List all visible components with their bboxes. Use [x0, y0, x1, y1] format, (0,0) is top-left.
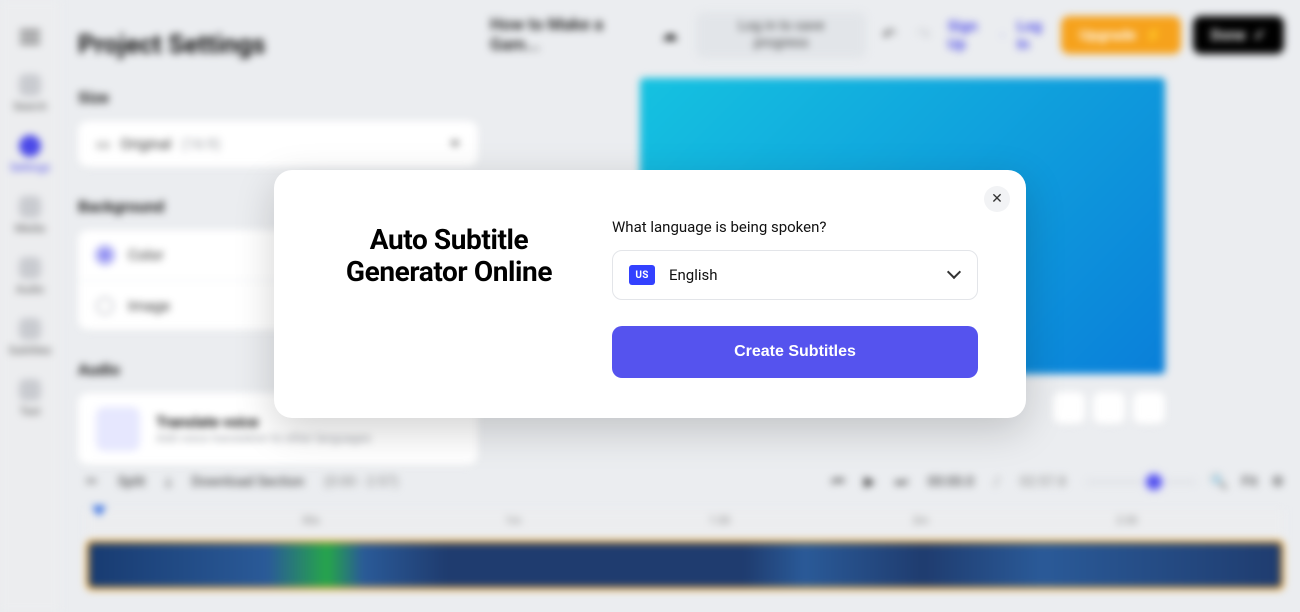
settings-icon [19, 135, 41, 157]
ruler-mark: 2m [913, 514, 929, 527]
rail-item-media[interactable]: Media [8, 188, 52, 243]
preview-control-more[interactable] [1133, 392, 1165, 424]
zoom-slider[interactable] [1086, 480, 1196, 484]
login-to-save-banner[interactable]: Log in to save progress [696, 12, 866, 58]
modal-title: Auto Subtitle Generator Online [322, 224, 576, 288]
search-icon [19, 74, 41, 96]
aspect-icon: ▭ [96, 135, 110, 153]
ruler-mark: 1:30 [709, 514, 730, 527]
close-button[interactable]: ✕ [984, 186, 1010, 212]
size-value: Original [120, 135, 171, 153]
scissors-icon: ✂ [86, 474, 98, 490]
translate-subtitle: Add voice translation to other languages [156, 431, 371, 445]
radio-icon [96, 297, 114, 315]
top-bar: How to Make a Gam... ☁ Log in to save pr… [490, 16, 1284, 54]
rail-label: Settings [10, 161, 50, 174]
media-icon [19, 196, 41, 218]
rail-item-search[interactable]: Search [8, 66, 52, 121]
link-separator: · [1001, 26, 1005, 45]
size-aspect: (16:9) [181, 135, 220, 153]
chevron-down-icon [949, 269, 961, 281]
rail-item-text[interactable]: Text [8, 371, 52, 426]
page-title: Project Settings [78, 30, 478, 60]
language-question: What language is being spoken? [612, 218, 978, 236]
log-in-link[interactable]: Log In [1017, 17, 1050, 53]
timeline-ruler[interactable]: 30s 1m 1:30 2m 2:30 [86, 510, 1284, 536]
sign-up-link[interactable]: Sign Up [948, 17, 989, 53]
project-name[interactable]: How to Make a Gam... [490, 15, 646, 55]
rail-item-settings[interactable]: Settings [8, 127, 52, 182]
upgrade-button[interactable]: Upgrade ⚡ [1061, 16, 1180, 54]
modal-left-pane: Auto Subtitle Generator Online [322, 218, 576, 378]
undo-icon[interactable]: ↶ [882, 25, 901, 45]
preview-control-1[interactable] [1053, 392, 1085, 424]
zoom-search-icon[interactable]: 🔍 [1210, 474, 1227, 490]
download-icon: ⤓ [165, 474, 171, 490]
bg-color-label: Color [128, 246, 164, 264]
language-name: English [669, 266, 718, 284]
rail-label: Subtitles [9, 344, 52, 357]
timeline[interactable]: 30s 1m 1:30 2m 2:30 [86, 510, 1284, 600]
section-range: (0:00 - 2:57) [324, 474, 398, 490]
modal-right-pane: What language is being spoken? US Englis… [612, 218, 978, 378]
time-current: 00:00.0 [928, 474, 974, 490]
split-button[interactable]: Split [118, 474, 146, 490]
preview-control-2[interactable] [1093, 392, 1125, 424]
left-rail: Search Settings Media Audio Subtitles Te… [0, 0, 60, 612]
check-icon: ✓ [1253, 26, 1266, 44]
ruler-mark: 1m [505, 514, 521, 527]
timeline-toolbar: ✂ Split ⤓ Download Section (0:00 - 2:57)… [86, 460, 1284, 504]
cloud-icon: ☁ [662, 25, 681, 45]
upgrade-label: Upgrade [1079, 26, 1136, 44]
rail-label: Media [15, 222, 45, 235]
skip-back-icon[interactable]: ⏮ [832, 474, 845, 490]
time-total: 02:57.8 [1020, 474, 1066, 490]
done-label: Done [1211, 26, 1246, 44]
size-dropdown[interactable]: ▭ Original (16:9) [78, 121, 478, 167]
bolt-icon: ⚡ [1144, 26, 1163, 44]
rail-label: Search [13, 100, 47, 113]
rail-item-subtitles[interactable]: Subtitles [8, 310, 52, 365]
done-button[interactable]: Done ✓ [1193, 16, 1284, 54]
redo-icon[interactable]: ↷ [917, 25, 936, 45]
ruler-mark: 2:30 [1116, 514, 1137, 527]
size-heading: Size [78, 88, 478, 107]
fit-button[interactable]: Fit [1242, 474, 1258, 490]
playhead-icon[interactable] [92, 506, 106, 516]
bg-image-label: Image [128, 297, 170, 315]
settings-cog-icon[interactable]: ⚙ [1271, 474, 1284, 490]
download-section-button[interactable]: Download Section [192, 474, 305, 490]
rail-item-audio[interactable]: Audio [8, 249, 52, 304]
rail-label: Text [20, 405, 41, 418]
radio-icon [96, 246, 114, 264]
rail-label: Audio [16, 283, 44, 296]
menu-icon[interactable] [20, 36, 40, 38]
ruler-mark: 30s [302, 514, 320, 527]
flag-icon: US [629, 265, 655, 285]
subtitles-icon [19, 318, 41, 340]
play-icon[interactable]: ▶ [864, 474, 875, 490]
auto-subtitle-modal: ✕ Auto Subtitle Generator Online What la… [274, 170, 1026, 418]
translate-icon [96, 407, 140, 451]
text-icon [19, 379, 41, 401]
video-clip[interactable] [86, 540, 1284, 590]
language-select[interactable]: US English [612, 250, 978, 300]
audio-icon [19, 257, 41, 279]
create-subtitles-button[interactable]: Create Subtitles [612, 326, 978, 378]
time-separator: / [994, 474, 1000, 490]
close-icon: ✕ [991, 191, 1003, 207]
skip-forward-icon[interactable]: ⏭ [895, 474, 908, 490]
